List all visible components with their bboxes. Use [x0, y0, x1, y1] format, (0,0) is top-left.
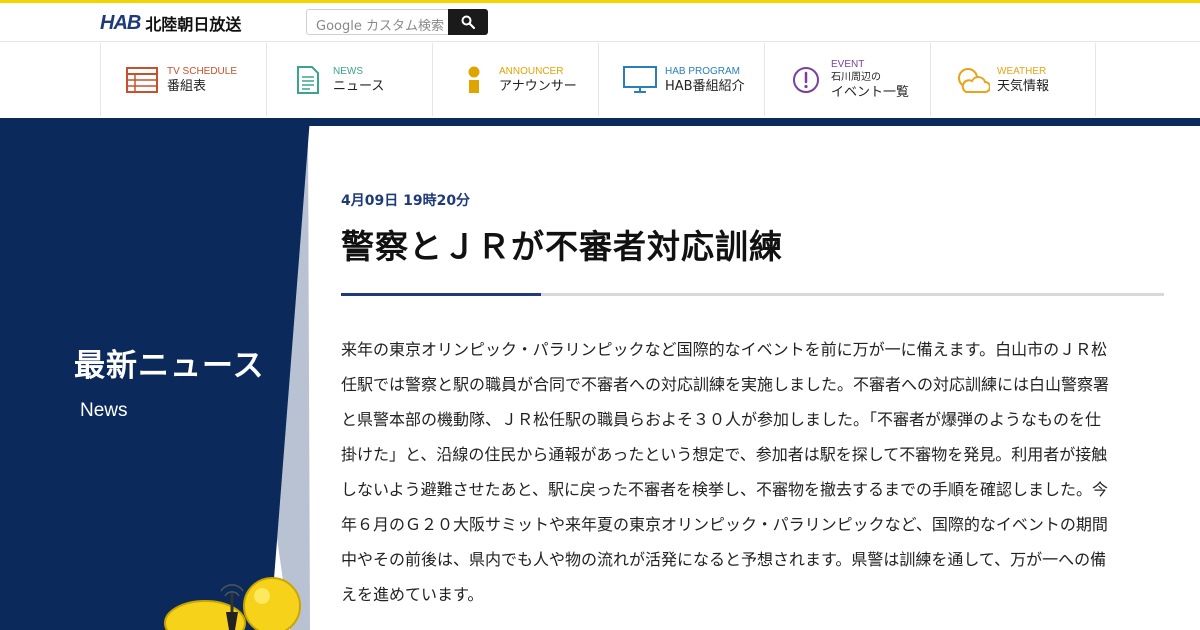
nav-ja-label: イベント一覧 — [831, 85, 910, 100]
news-article: 4月09日 19時20分 警察とＪＲが不審者対応訓練 来年の東京オリンピック・パ… — [341, 190, 1164, 612]
section-title: 最新ニュース — [74, 348, 265, 384]
title-divider — [341, 293, 1164, 296]
tv-monitor-icon — [623, 65, 657, 93]
search-button[interactable] — [448, 9, 488, 35]
nav-item-hab-program[interactable]: HAB PROGRAM HAB番組紹介 — [598, 43, 764, 116]
article-date: 4月09日 19時20分 — [341, 193, 471, 209]
nav-ja-label: 番組表 — [167, 78, 207, 94]
nav-en-label: WEATHER — [997, 65, 1047, 77]
calendar-grid-icon — [126, 66, 158, 93]
sun-cloud-icon — [958, 67, 990, 93]
site-header: HAB 北陸朝日放送 Google カスタム検索 — [0, 3, 1200, 42]
nav-en-label: NEWS — [333, 65, 363, 77]
logo-mark: HAB — [100, 11, 141, 34]
search-input[interactable]: Google カスタム検索 — [306, 9, 448, 35]
section-subtitle: News — [80, 400, 128, 421]
nav-en-label: ANNOUNCER — [499, 65, 564, 77]
nav-ja-label: HAB番組紹介 — [665, 78, 745, 94]
nav-en-label: TV SCHEDULE — [167, 65, 238, 77]
site-logo[interactable]: HAB 北陸朝日放送 — [100, 11, 241, 35]
article-title: 警察とＪＲが不審者対応訓練 — [341, 227, 783, 266]
nav-ja-sub-label: 石川周辺の — [831, 72, 881, 83]
nav-en-label: EVENT — [831, 59, 865, 70]
document-icon — [297, 65, 319, 94]
search-icon — [461, 15, 475, 29]
main-nav: TV SCHEDULE 番組表 NEWS ニュース ANNOUNCER アナウン… — [100, 43, 1096, 116]
nav-ja-label: アナウンサー — [499, 78, 577, 94]
logo-text: 北陸朝日放送 — [145, 15, 242, 34]
section-hero: 最新ニュース News — [0, 118, 320, 630]
nav-ja-label: 天気情報 — [997, 78, 1050, 94]
person-icon — [468, 66, 480, 93]
nav-item-weather[interactable]: WEATHER 天気情報 — [930, 43, 1096, 116]
title-divider-accent — [341, 293, 541, 296]
article-body: 来年の東京オリンピック・パラリンピックなど国際的なイベントを前に万が一に備えます… — [341, 340, 1110, 604]
nav-item-announcer[interactable]: ANNOUNCER アナウンサー — [432, 43, 598, 116]
nav-item-tv-schedule[interactable]: TV SCHEDULE 番組表 — [100, 43, 266, 116]
alert-circle-icon — [793, 66, 819, 93]
nav-item-news[interactable]: NEWS ニュース — [266, 43, 432, 116]
nav-en-label: HAB PROGRAM — [665, 65, 741, 77]
nav-ja-label: ニュース — [333, 78, 385, 94]
nav-item-event[interactable]: EVENT 石川周辺の イベント一覧 — [764, 43, 930, 116]
